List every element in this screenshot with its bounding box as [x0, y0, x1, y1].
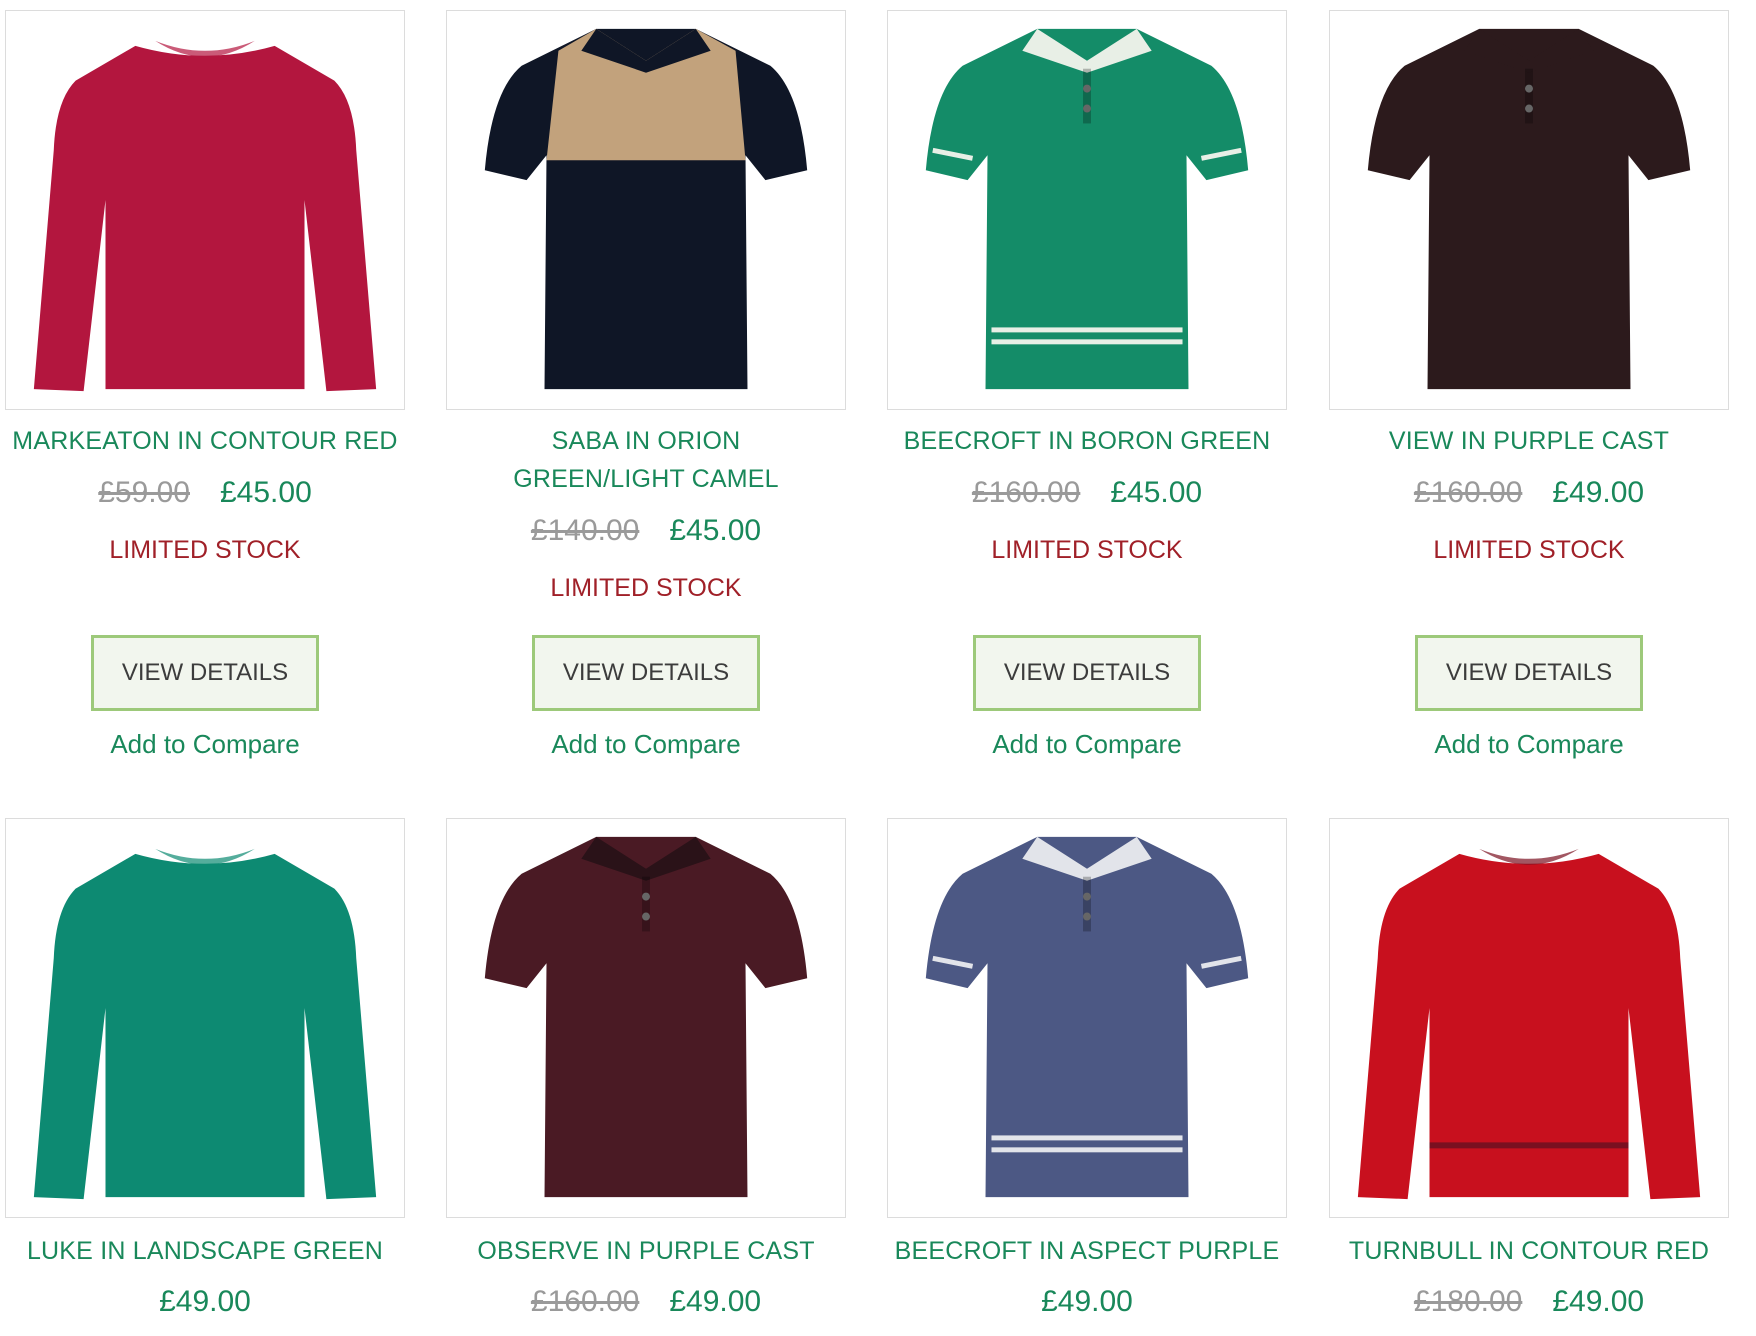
product-title[interactable]: MARKEATON IN CONTOUR RED	[0, 422, 410, 460]
price-row: £160.00 £45.00	[882, 473, 1292, 513]
view-details-button[interactable]: VIEW DETAILS	[973, 635, 1201, 711]
polo-placket	[1525, 68, 1533, 124]
price-row: £160.00 £49.00	[441, 1282, 851, 1322]
sale-price: £49.00	[1552, 1285, 1645, 1318]
product-image[interactable]	[887, 10, 1287, 410]
product-card: MARKEATON IN CONTOUR RED £59.00 £45.00 LI…	[0, 10, 410, 759]
sale-price: £49.00	[159, 1285, 251, 1318]
original-price: £59.00	[98, 476, 190, 509]
price-row: £160.00 £49.00	[1324, 473, 1734, 513]
button-icon	[1525, 104, 1533, 113]
original-price: £160.00	[971, 476, 1081, 509]
button-icon	[642, 912, 650, 921]
view-details-button[interactable]: VIEW DETAILS	[91, 635, 319, 711]
button-icon	[1083, 912, 1091, 921]
view-details-button[interactable]: VIEW DETAILS	[532, 635, 760, 711]
sale-price: £45.00	[669, 514, 762, 547]
garment-illustration	[484, 28, 808, 390]
product-image[interactable]	[1329, 818, 1729, 1218]
product-image[interactable]	[5, 818, 405, 1218]
product-title[interactable]: OBSERVE IN PURPLE CAST	[441, 1232, 851, 1270]
sale-price: £49.00	[669, 1285, 762, 1318]
product-image[interactable]	[446, 818, 846, 1218]
product-card: SABA IN ORION GREEN/LIGHT CAMEL £140.00 £…	[441, 10, 851, 759]
product-card: OBSERVE IN PURPLE CAST £160.00 £49.00	[441, 818, 851, 1336]
product-card: VIEW IN PURPLE CAST £160.00 £49.00 LIMITE…	[1324, 10, 1734, 759]
stock-status: LIMITED STOCK	[1433, 536, 1625, 564]
product-title[interactable]: VIEW IN PURPLE CAST	[1324, 422, 1734, 460]
hem-stripe	[991, 339, 1183, 345]
garment-illustration	[33, 40, 377, 392]
stock-status: LIMITED STOCK	[991, 536, 1183, 564]
product-card: BEECROFT IN ASPECT PURPLE £49.00	[882, 818, 1292, 1336]
product-card: BEECROFT IN BORON GREEN £160.00 £45.00 LI…	[882, 10, 1292, 759]
hem-stripe	[1429, 1142, 1629, 1149]
product-title[interactable]: BEECROFT IN BORON GREEN	[882, 422, 1292, 460]
product-title[interactable]: BEECROFT IN ASPECT PURPLE	[882, 1232, 1292, 1270]
polo-placket	[642, 876, 650, 932]
product-card: LUKE IN LANDSCAPE GREEN £49.00	[0, 818, 410, 1336]
sale-price: £49.00	[1041, 1285, 1133, 1318]
add-to-compare-link[interactable]: Add to Compare	[441, 726, 851, 762]
garment-illustration	[33, 848, 377, 1200]
sweater-body	[33, 45, 377, 392]
sale-price: £45.00	[1110, 476, 1203, 509]
stock-status: LIMITED STOCK	[109, 536, 301, 564]
stock-status: LIMITED STOCK	[550, 574, 742, 602]
sweater-body	[33, 853, 377, 1200]
sale-price: £45.00	[220, 476, 312, 509]
garment-illustration	[1357, 848, 1701, 1200]
original-price: £160.00	[1413, 476, 1523, 509]
original-price: £180.00	[1413, 1285, 1523, 1318]
price-row: £180.00 £49.00	[1324, 1282, 1734, 1322]
hem-stripe	[991, 1135, 1183, 1141]
price-row: £140.00 £45.00	[441, 511, 851, 551]
price-row: £59.00 £45.00	[0, 473, 410, 513]
price-row: £49.00	[882, 1282, 1292, 1322]
product-image[interactable]	[1329, 10, 1729, 410]
original-price: £160.00	[530, 1285, 640, 1318]
garment-illustration	[1367, 28, 1691, 390]
product-title[interactable]: SABA IN ORION GREEN/LIGHT CAMEL	[441, 422, 851, 498]
product-image[interactable]	[887, 818, 1287, 1218]
price-row: £49.00	[0, 1282, 410, 1322]
add-to-compare-link[interactable]: Add to Compare	[0, 726, 410, 762]
button-icon	[1083, 104, 1091, 113]
garment-illustration	[484, 836, 808, 1198]
button-icon	[1525, 84, 1533, 93]
hem-stripe	[991, 1147, 1183, 1153]
original-price: £140.00	[530, 514, 640, 547]
garment-illustration	[925, 836, 1249, 1198]
product-image[interactable]	[5, 10, 405, 410]
garment-illustration	[925, 28, 1249, 390]
product-image[interactable]	[446, 10, 846, 410]
button-icon	[1083, 84, 1091, 93]
polo-placket	[1083, 68, 1091, 124]
product-title[interactable]: TURNBULL IN CONTOUR RED	[1324, 1232, 1734, 1270]
product-card: TURNBULL IN CONTOUR RED £180.00 £49.00	[1324, 818, 1734, 1336]
add-to-compare-link[interactable]: Add to Compare	[1324, 726, 1734, 762]
sale-price: £49.00	[1552, 476, 1645, 509]
view-details-button[interactable]: VIEW DETAILS	[1415, 635, 1643, 711]
product-title[interactable]: LUKE IN LANDSCAPE GREEN	[0, 1232, 410, 1270]
hem-stripe	[991, 327, 1183, 333]
polo-placket	[1083, 876, 1091, 932]
button-icon	[1083, 892, 1091, 901]
button-icon	[642, 892, 650, 901]
add-to-compare-link[interactable]: Add to Compare	[882, 726, 1292, 762]
